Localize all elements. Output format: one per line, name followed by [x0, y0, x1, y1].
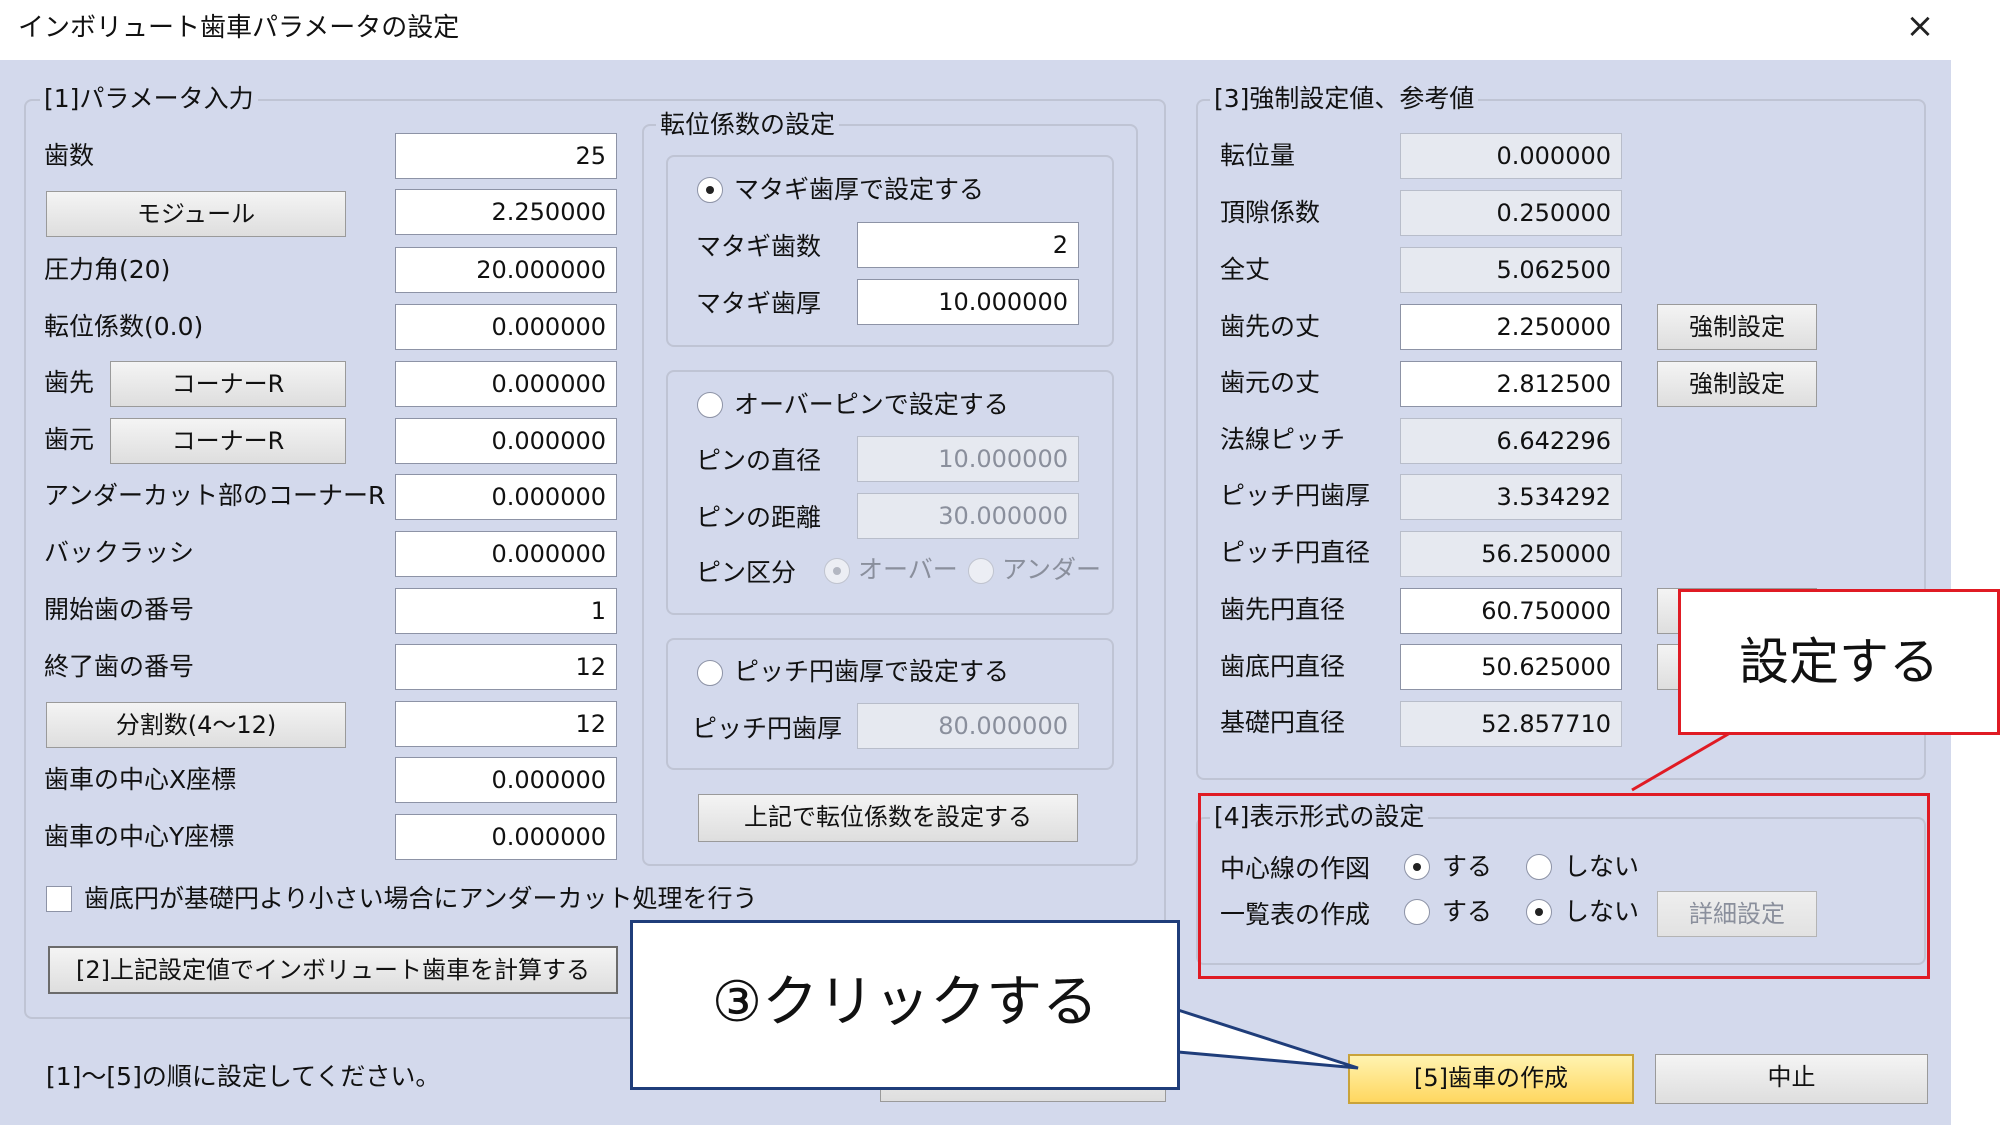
set-pointer-line	[1631, 731, 1731, 792]
click-callout-text: ③クリックする	[711, 970, 1099, 1035]
click-pointer-tail	[1176, 1007, 1359, 1070]
